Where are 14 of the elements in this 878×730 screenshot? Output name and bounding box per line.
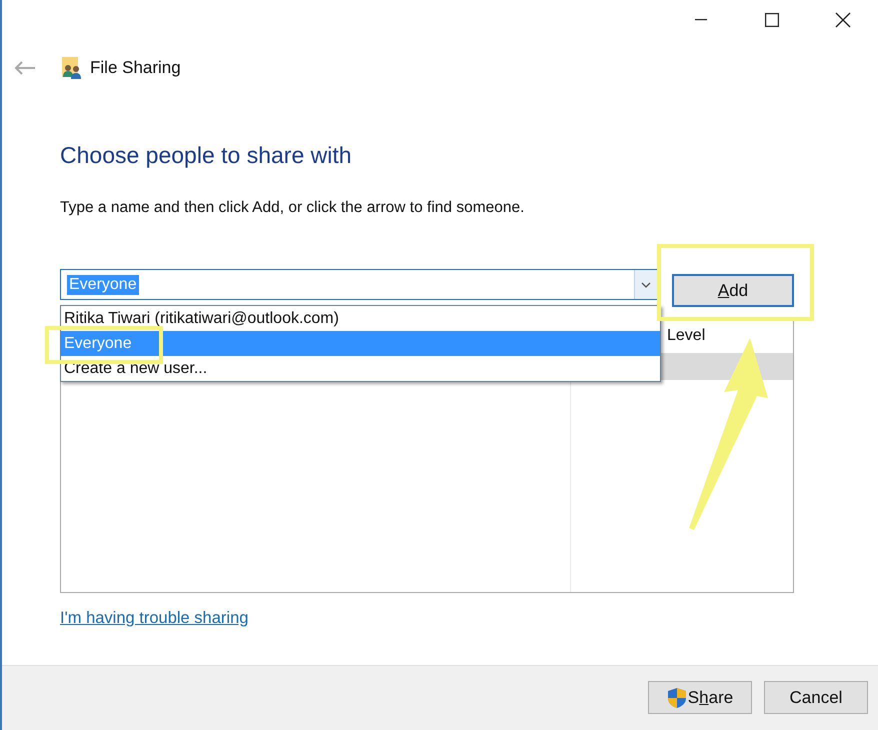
cancel-button[interactable]: Cancel <box>764 681 868 714</box>
people-icon <box>62 57 82 79</box>
dialog-heading: Choose people to share with <box>60 141 353 170</box>
shield-icon <box>666 686 687 708</box>
share-button[interactable]: Share <box>648 681 752 714</box>
close-icon[interactable] <box>834 12 850 28</box>
dropdown-chevron-icon[interactable] <box>641 282 651 288</box>
maximize-icon[interactable] <box>764 13 778 27</box>
help-link[interactable]: I'm having trouble sharing <box>60 607 248 629</box>
window-title: File Sharing <box>90 58 181 78</box>
add-button[interactable]: Add <box>672 274 794 307</box>
instruction-text: Type a name and then click Add, or click the arrow to find someone. <box>60 198 526 218</box>
minimize-icon[interactable] <box>694 19 706 21</box>
dropdown-item[interactable]: Ritika Tiwari (ritikatiwari@outlook.com) <box>61 306 660 331</box>
